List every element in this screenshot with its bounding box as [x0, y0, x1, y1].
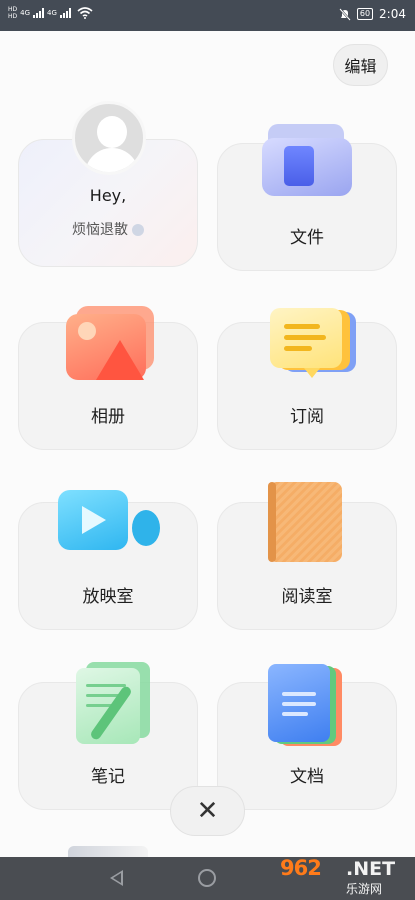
mood-status[interactable]: 烦恼退散 — [18, 219, 198, 239]
greeting-text: Hey, — [89, 186, 127, 205]
status-bar: HD HD 4G 4G 60 2:04 — [0, 0, 415, 31]
network-type-2: 4G — [47, 9, 57, 17]
video-camera-icon — [58, 490, 162, 556]
wifi-icon — [77, 7, 93, 19]
watermark-number: 962 — [280, 856, 322, 880]
signal-icon-2 — [59, 8, 71, 18]
network-type-1: 4G — [20, 9, 31, 17]
book-icon — [268, 482, 346, 564]
hd-indicator: HD HD — [8, 6, 18, 20]
app-label: 订阅 — [290, 407, 324, 427]
battery-level: 60 — [356, 8, 374, 20]
site-watermark: 962 .NET 乐游网 — [276, 856, 412, 898]
watermark-site: 乐游网 — [346, 882, 383, 896]
mood-icon — [132, 224, 144, 236]
clock: 2:04 — [379, 7, 406, 21]
photo-album-icon — [66, 306, 158, 384]
edit-button[interactable]: 编辑 — [333, 44, 388, 86]
mute-bell-icon — [339, 7, 351, 21]
app-label: 文档 — [290, 767, 324, 787]
notes-pen-icon — [76, 662, 154, 748]
documents-icon — [268, 664, 346, 748]
folder-icon — [262, 124, 354, 200]
app-label: 放映室 — [82, 587, 134, 607]
home-icon[interactable] — [198, 869, 216, 887]
app-label: 阅读室 — [281, 587, 333, 607]
app-label: 笔记 — [91, 767, 125, 787]
close-button[interactable]: ✕ — [170, 786, 245, 836]
close-icon: ✕ — [196, 796, 219, 826]
avatar[interactable] — [72, 101, 146, 175]
app-label: 相册 — [91, 407, 125, 427]
subscription-bubble-icon — [270, 308, 360, 384]
signal-icon — [33, 8, 45, 18]
app-label: 文件 — [290, 228, 324, 248]
back-icon[interactable] — [110, 870, 123, 886]
watermark-net: .NET — [346, 858, 396, 880]
